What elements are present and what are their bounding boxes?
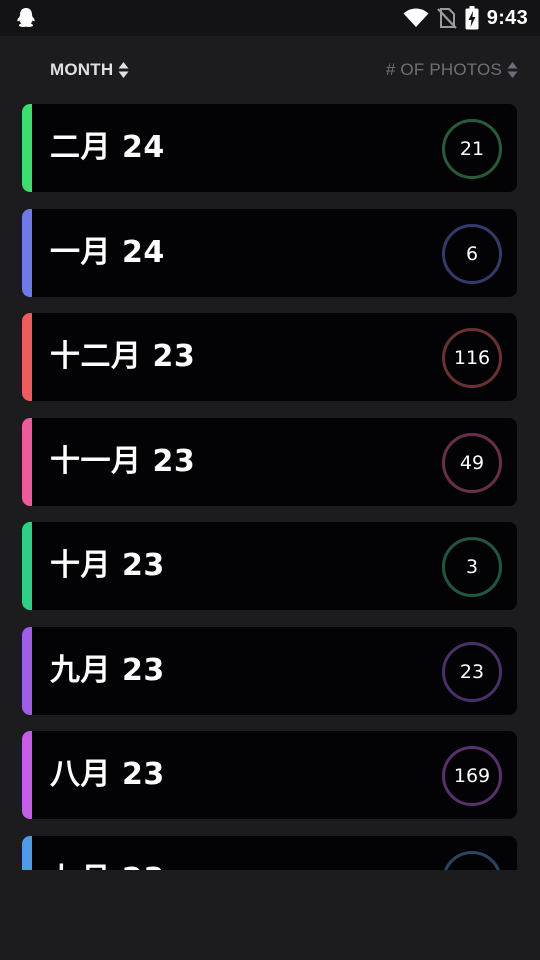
month-list[interactable]: 二月 24 21 一月 24 6 十二月 23 116 十一月 23 49 十月… (0, 104, 540, 870)
month-card[interactable]: 九月 23 23 (22, 626, 517, 715)
battery-charging-icon (465, 6, 479, 30)
month-label: 七月 23 (50, 836, 165, 871)
sort-header: MONTH # OF PHOTOS (0, 60, 540, 90)
qq-penguin-icon (17, 8, 35, 27)
card-accent-bar (22, 104, 32, 192)
status-right: 9:43 (403, 6, 528, 30)
month-label: 九月 23 (50, 652, 165, 688)
sort-photos-label: # OF PHOTOS (385, 60, 502, 79)
photo-count-badge: 169 (442, 746, 502, 806)
month-card[interactable]: 一月 24 6 (22, 208, 517, 297)
photo-count-badge (442, 850, 502, 870)
month-label: 十一月 23 (50, 443, 196, 479)
photo-count-badge: 116 (442, 328, 502, 388)
month-label: 二月 24 (50, 130, 165, 165)
month-card[interactable]: 七月 23 (22, 835, 517, 871)
month-card[interactable]: 十一月 23 49 (22, 417, 517, 506)
status-time: 9:43 (486, 6, 528, 29)
card-accent-bar (22, 835, 32, 870)
photo-count-badge: 6 (442, 223, 502, 284)
card-accent-bar (22, 313, 32, 401)
month-card[interactable]: 十二月 23 116 (22, 313, 517, 401)
photo-count-badge: 49 (442, 432, 502, 493)
photo-count-badge: 3 (442, 537, 502, 597)
sort-by-month-button[interactable]: MONTH (50, 60, 129, 80)
month-card[interactable]: 十月 23 3 (22, 522, 517, 610)
month-label: 一月 24 (50, 234, 165, 270)
card-accent-bar (22, 208, 32, 297)
sort-arrows-icon (507, 62, 518, 78)
wifi-icon (403, 8, 429, 27)
photo-count-badge: 23 (442, 641, 502, 702)
month-label: 八月 23 (50, 757, 165, 792)
sort-arrows-icon (118, 62, 129, 78)
month-label: 十二月 23 (50, 339, 196, 374)
status-left (16, 7, 36, 33)
photo-count-badge: 21 (442, 119, 502, 179)
card-accent-bar (22, 626, 32, 715)
card-accent-bar (22, 731, 32, 819)
status-bar: 9:43 (0, 0, 540, 36)
sort-month-label: MONTH (50, 60, 114, 79)
card-accent-bar (22, 522, 32, 610)
month-card[interactable]: 八月 23 169 (22, 731, 517, 819)
month-card[interactable]: 二月 24 21 (22, 104, 517, 192)
card-accent-bar (22, 417, 32, 506)
month-label: 十月 23 (50, 548, 165, 583)
no-sim-icon (436, 8, 457, 29)
sort-by-photo-count-button[interactable]: # OF PHOTOS (386, 60, 518, 80)
